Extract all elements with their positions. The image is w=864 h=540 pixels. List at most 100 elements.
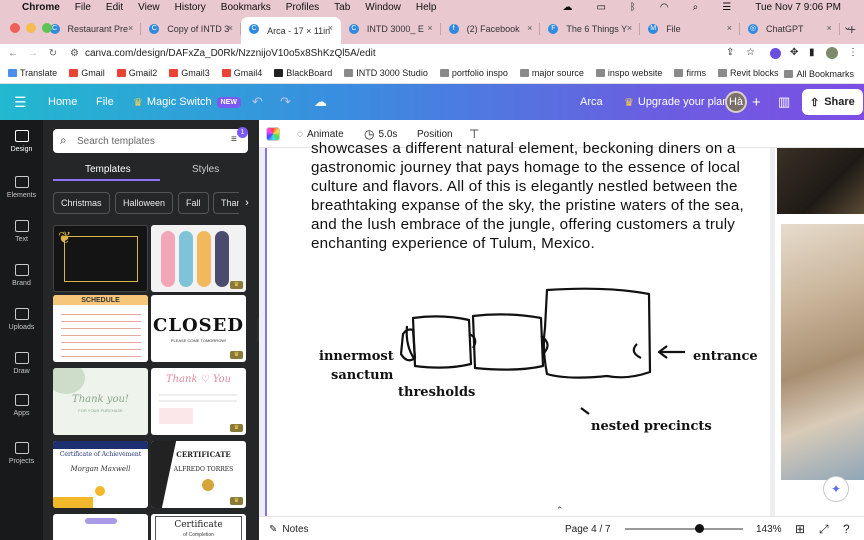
menu-help[interactable]: Help — [416, 2, 437, 13]
fullscreen-icon[interactable]: ⤢ — [819, 517, 829, 540]
rail-item-design[interactable]: Design — [0, 130, 43, 153]
rail-item-draw[interactable]: Draw — [0, 352, 43, 375]
zoom-slider-handle[interactable] — [694, 524, 704, 533]
menu-file[interactable]: File — [75, 2, 91, 13]
certificate-completion-template[interactable]: Certificate of Completion — [151, 514, 246, 540]
chips-scroll-right-icon[interactable]: › — [239, 192, 255, 214]
design-title[interactable]: Arca — [580, 84, 603, 120]
hamburger-menu-icon[interactable]: ☰ — [14, 84, 27, 120]
add-people-icon[interactable]: + — [752, 84, 761, 120]
menu-tab[interactable]: Tab — [334, 2, 350, 13]
home-button[interactable]: Home — [48, 84, 77, 120]
redo-icon[interactable]: ↷ — [280, 84, 291, 120]
close-tab-icon[interactable]: × — [727, 23, 732, 33]
cloud-saved-icon[interactable]: ☁ — [314, 84, 327, 120]
browser-tab[interactable]: f (2) Facebook × — [441, 17, 541, 41]
tab-search-chevron-icon[interactable]: ⌄ — [843, 20, 852, 33]
upgrade-button[interactable]: ♛ Upgrade your plan — [624, 84, 728, 120]
menu-history[interactable]: History — [175, 2, 206, 13]
reload-icon[interactable]: ↻ — [46, 48, 60, 59]
rail-item-projects[interactable]: Projects — [0, 442, 43, 465]
bookmark-item[interactable]: Gmail2 — [116, 68, 157, 78]
thank-you-green-template[interactable]: Thank you! FOR YOUR PURCHASE — [53, 368, 148, 435]
chip-halloween[interactable]: Halloween — [115, 192, 174, 214]
rail-item-brand[interactable]: Brand — [0, 264, 43, 287]
menu-bookmarks[interactable]: Bookmarks — [221, 2, 271, 13]
zoom-percentage[interactable]: 143% — [756, 517, 782, 540]
rail-item-uploads[interactable]: Uploads — [0, 308, 43, 331]
magic-switch-button[interactable]: ♛ Magic Switch NEW — [133, 84, 242, 120]
rail-item-elements[interactable]: Elements — [0, 176, 43, 199]
zoom-slider-track[interactable] — [625, 528, 743, 530]
closed-sign-template[interactable]: CLOSED PLEASE COME TOMORROW! ♛ — [151, 295, 246, 362]
undo-icon[interactable]: ↶ — [252, 84, 263, 120]
schedule-template[interactable]: SCHEDULE — [53, 295, 148, 362]
bookmark-item[interactable]: Gmail — [69, 68, 105, 78]
certificate-achievement-template[interactable]: Certificate of Achievement Morgan Maxwel… — [53, 441, 148, 508]
tab-styles[interactable]: Styles — [192, 164, 219, 175]
all-bookmarks-button[interactable]: All Bookmarks — [784, 69, 854, 79]
install-icon[interactable]: ⇪ — [726, 47, 734, 58]
chrome-menu-icon[interactable]: ⋮ — [848, 47, 858, 58]
bookmark-star-icon[interactable]: ☆ — [746, 47, 755, 58]
search-templates-input[interactable]: ⌕ Search templates ≡ 1 — [53, 127, 248, 153]
url-field[interactable]: ⚙ canva.com/design/DAFxZa_D0Rk/NzznijoV1… — [62, 45, 762, 62]
browser-tab[interactable]: C Restaurant Pre × — [42, 17, 142, 41]
bookmark-item[interactable]: Revit blocks — [717, 68, 778, 78]
close-tab-icon[interactable]: × — [328, 23, 333, 33]
grid-view-icon[interactable]: ⊞ — [795, 517, 805, 540]
zoom-window-button[interactable] — [42, 23, 52, 33]
minimize-window-button[interactable] — [26, 23, 36, 33]
share-button[interactable]: ⇧ Share — [802, 89, 863, 115]
help-icon[interactable]: ? — [843, 517, 850, 540]
show-pages-chevron-icon[interactable]: ⌃ — [556, 503, 564, 517]
browser-tab[interactable]: C Arca - 17 × 11in × — [241, 17, 341, 44]
extensions-puzzle-icon[interactable]: ✥ — [790, 47, 798, 58]
close-tab-icon[interactable]: × — [826, 23, 831, 33]
bookmark-item[interactable]: inspo website — [595, 68, 662, 78]
browser-tab[interactable]: C INTD 3000_ E × — [341, 17, 441, 41]
wifi-icon[interactable]: ◠ — [660, 2, 669, 13]
tab-templates[interactable]: Templates — [85, 164, 131, 175]
bookmark-item[interactable]: major source — [519, 68, 584, 78]
certificate-gold-template[interactable]: CERTIFICATE ALFREDO TORRES ♛ — [151, 441, 246, 508]
menu-edit[interactable]: Edit — [106, 2, 123, 13]
nested-precincts-diagram[interactable]: innermost sanctum thresholds entrance ne… — [307, 268, 767, 438]
browser-tab[interactable]: ◎ ChatGPT × — [740, 17, 840, 41]
browser-tab[interactable]: M File × — [640, 17, 740, 41]
chip-christmas[interactable]: Christmas — [53, 192, 110, 214]
mindmap-template[interactable] — [53, 514, 148, 540]
bluetooth-icon[interactable]: ᛒ — [630, 2, 636, 13]
close-tab-icon[interactable]: × — [128, 23, 133, 33]
close-window-button[interactable] — [10, 23, 20, 33]
page-indicator[interactable]: Page 4 / 7 — [565, 517, 611, 540]
chip-fall[interactable]: Fall — [178, 192, 209, 214]
spotlight-search-icon[interactable]: ⌕ — [693, 2, 699, 13]
bookmark-item[interactable]: Gmail3 — [169, 68, 210, 78]
site-info-icon[interactable]: ⚙ — [70, 48, 79, 59]
bookmarks-template[interactable]: ♛ — [151, 225, 246, 292]
color-picker-button[interactable] — [266, 120, 280, 148]
magic-assistant-sparkle-icon[interactable]: ✦ — [823, 476, 849, 502]
menu-window[interactable]: Window — [365, 2, 401, 13]
bookmark-item[interactable]: Gmail4 — [221, 68, 262, 78]
bookmark-item[interactable]: BlackBoard — [274, 68, 332, 78]
profile-avatar[interactable] — [826, 47, 838, 59]
rail-item-apps[interactable]: Apps — [0, 394, 43, 417]
close-tab-icon[interactable]: × — [527, 23, 532, 33]
user-avatar[interactable]: Hà — [725, 84, 747, 120]
extension-icon[interactable] — [770, 48, 781, 59]
close-tab-icon[interactable]: × — [627, 23, 632, 33]
rail-item-text[interactable]: Text — [0, 220, 43, 243]
battery-icon[interactable]: ▭ — [596, 2, 605, 13]
side-panel-icon[interactable]: ▮ — [809, 47, 815, 58]
close-tab-icon[interactable]: × — [228, 23, 233, 33]
menu-view[interactable]: View — [138, 2, 160, 13]
control-center-icon[interactable]: ☰ — [722, 2, 731, 13]
bookmark-item[interactable]: Translate — [8, 68, 57, 78]
filter-sliders-icon[interactable]: ≡ — [231, 134, 237, 145]
design-page[interactable]: showcases a different natural element, b… — [265, 140, 770, 516]
browser-tab[interactable]: F The 6 Things Y × — [540, 17, 641, 41]
menu-app-name[interactable]: Chrome — [22, 2, 60, 13]
close-tab-icon[interactable]: × — [427, 23, 432, 33]
